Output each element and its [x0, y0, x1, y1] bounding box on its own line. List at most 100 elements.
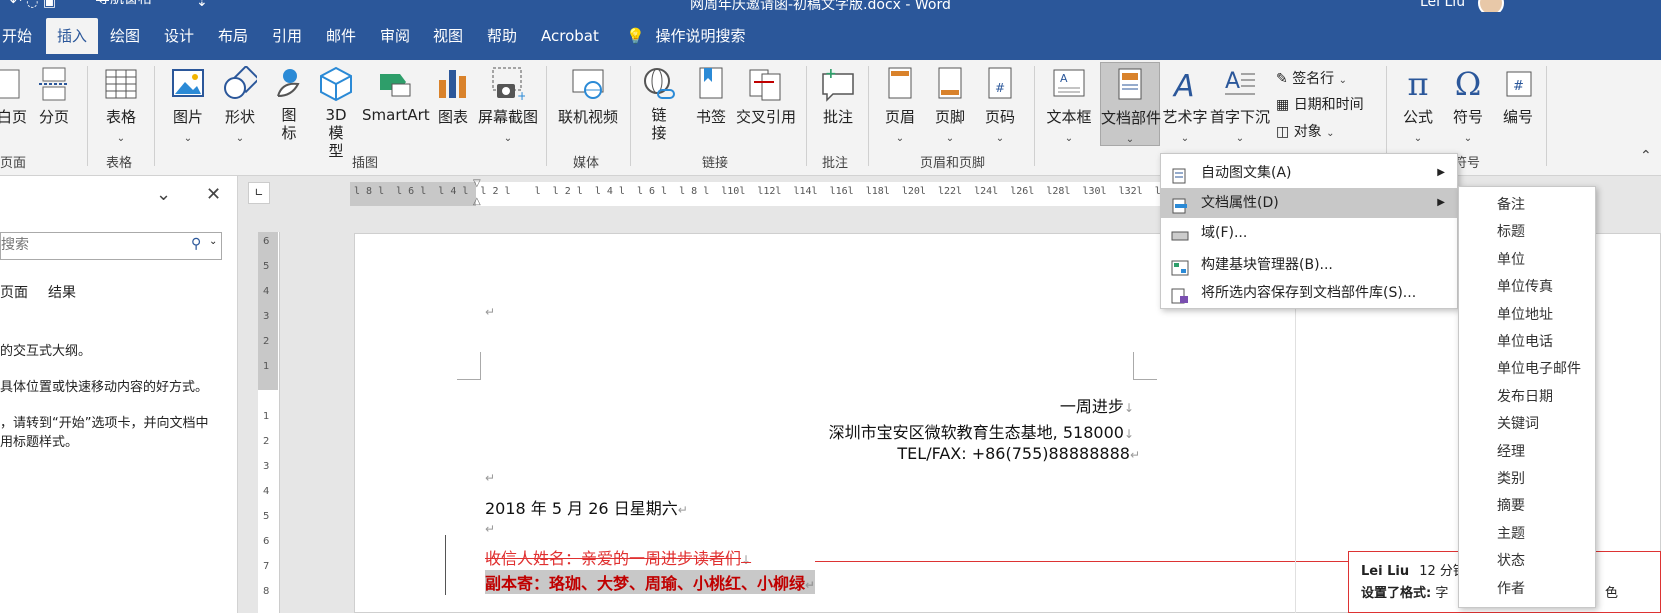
- header-button[interactable]: 页眉 ⌄: [880, 66, 920, 145]
- screenshot-button[interactable]: + 屏幕截图 ⌄: [478, 66, 538, 145]
- building-blocks-icon: [1171, 257, 1189, 276]
- shapes-button[interactable]: 形状 ⌄: [222, 64, 261, 145]
- tab-view[interactable]: 视图: [433, 18, 463, 54]
- tab-help[interactable]: 帮助: [487, 18, 517, 54]
- search-icon[interactable]: ⚲: [191, 236, 201, 252]
- wordart-icon: A: [1168, 66, 1202, 104]
- tab-insert[interactable]: 插入: [46, 18, 98, 54]
- company-tel[interactable]: TEL/FAX: +86(755)88888888↵: [897, 444, 1140, 463]
- drop-cap-button[interactable]: A 首字下沉 ⌄: [1210, 66, 1270, 145]
- object-icon: ◫: [1276, 124, 1290, 140]
- company-address[interactable]: 深圳市宝安区微软教育生态基地, 518000↓: [829, 419, 1134, 443]
- avatar[interactable]: [1478, 0, 1504, 12]
- submenu-item[interactable]: 发布日期: [1459, 383, 1595, 411]
- indent-marker[interactable]: △: [473, 196, 481, 207]
- submenu-item[interactable]: 单位电话: [1459, 328, 1595, 356]
- svg-text:+: +: [517, 89, 525, 102]
- submenu-item[interactable]: 摘要: [1459, 492, 1595, 520]
- nav-tab-pages[interactable]: 页面: [0, 282, 28, 302]
- 3d-models-button[interactable]: 3D 模 型: [316, 66, 356, 160]
- numbering-icon: #: [1501, 66, 1535, 102]
- numbering-button[interactable]: # 编号: [1498, 66, 1538, 127]
- menu-item-document-property[interactable]: 文档属性(D) ▶: [1161, 188, 1457, 218]
- signature-line-button[interactable]: ✎ 签名行 ⌄: [1276, 68, 1347, 88]
- chevron-down-icon: ⌄: [1463, 133, 1473, 144]
- tab-selector[interactable]: ∟: [248, 182, 270, 204]
- close-icon[interactable]: ✕: [206, 184, 221, 205]
- submenu-item[interactable]: 单位电子邮件: [1459, 355, 1595, 383]
- symbol-button[interactable]: Ω 符号 ⌄: [1448, 66, 1488, 145]
- recipient-line[interactable]: 收信人姓名：亲爱的一周进步读者们↓: [485, 545, 751, 569]
- paragraph-mark: ↵: [485, 305, 496, 319]
- submenu-item[interactable]: 关键词: [1459, 410, 1595, 438]
- smartart-label: SmartArt: [362, 106, 430, 124]
- chevron-down-icon[interactable]: ⌄: [209, 236, 217, 247]
- user-name[interactable]: Lei Liu: [1420, 0, 1465, 10]
- pages-group-label: 页面: [0, 156, 27, 171]
- link-button[interactable]: 链 接: [642, 66, 676, 142]
- menu-item-field[interactable]: 域(F)...: [1161, 218, 1457, 248]
- collapse-ribbon-icon[interactable]: ⌃: [1640, 148, 1652, 164]
- tab-acrobat[interactable]: Acrobat: [541, 18, 599, 54]
- company-name[interactable]: 一周进步↓: [1060, 393, 1134, 417]
- menu-item-save-to-gallery[interactable]: 将所选内容保存到文档部件库(S)...: [1161, 278, 1457, 308]
- submenu-item[interactable]: 作者: [1459, 575, 1595, 603]
- date-time-button[interactable]: ▦ 日期和时间: [1276, 94, 1364, 114]
- menu-item-building-blocks[interactable]: 构建基块管理器(B)...: [1161, 250, 1457, 280]
- submenu-item[interactable]: 经理: [1459, 438, 1595, 466]
- nav-search-input[interactable]: [1, 233, 171, 257]
- submenu-item[interactable]: 单位地址: [1459, 301, 1595, 329]
- pictures-button[interactable]: 图片 ⌄: [170, 66, 206, 145]
- tab-review[interactable]: 审阅: [380, 18, 410, 54]
- tab-draw[interactable]: 绘图: [110, 18, 140, 54]
- customize-qat-icon[interactable]: ⇣: [196, 0, 208, 10]
- menu-item-autotext[interactable]: 自动图文集(A) ▶: [1161, 158, 1457, 188]
- submenu-item[interactable]: 主题: [1459, 520, 1595, 548]
- table-button[interactable]: 表格 ⌄: [100, 66, 142, 145]
- document-property-icon: [1171, 195, 1189, 214]
- submenu-item[interactable]: 标题: [1459, 218, 1595, 246]
- indent-marker[interactable]: ▽: [473, 178, 481, 189]
- tab-references[interactable]: 引用: [272, 18, 302, 54]
- ruler-tick-label: 8: [263, 586, 270, 597]
- submenu-item[interactable]: 状态: [1459, 547, 1595, 575]
- wordart-button[interactable]: A 艺术字 ⌄: [1162, 66, 1208, 145]
- comment-text: 设置了格式: 字: [1361, 586, 1449, 601]
- letter-date[interactable]: 2018 年 5 月 26 日星期六↵: [485, 495, 688, 519]
- page-break-button[interactable]: 分页: [36, 66, 72, 127]
- vertical-ruler[interactable]: 6 5 4 3 2 1 1 2 3 4 5 6 7 8: [258, 232, 280, 613]
- tab-design[interactable]: 设计: [164, 18, 194, 54]
- textbox-button[interactable]: A 文本框 ⌄: [1046, 66, 1092, 145]
- header-footer-group-label: 页眉和页脚: [920, 156, 986, 171]
- smartart-button[interactable]: SmartArt: [362, 66, 430, 124]
- new-comment-button[interactable]: + 批注: [818, 66, 858, 127]
- bookmark-button[interactable]: 书签: [694, 66, 728, 127]
- tab-home[interactable]: 开始: [2, 18, 32, 54]
- submenu-item[interactable]: 类别: [1459, 465, 1595, 493]
- object-button[interactable]: ◫ 对象 ⌄: [1276, 121, 1335, 141]
- equation-button[interactable]: π 公式 ⌄: [1398, 66, 1438, 145]
- icons-label: 图 标: [281, 106, 297, 142]
- submenu-item[interactable]: 备注: [1459, 191, 1595, 219]
- pane-options-icon[interactable]: ⌄: [156, 184, 171, 205]
- shapes-icon: [223, 64, 261, 102]
- nav-search-box[interactable]: ⚲ ⌄: [0, 232, 222, 260]
- submenu-item[interactable]: 单位传真: [1459, 273, 1595, 301]
- tab-layout[interactable]: 布局: [218, 18, 248, 54]
- quick-access-icons[interactable]: ↶ ◌ ▣: [10, 0, 56, 10]
- online-video-button[interactable]: 联机视频: [556, 66, 620, 127]
- quick-parts-button[interactable]: 文档部件 ⌄: [1100, 62, 1161, 146]
- blank-page-button[interactable]: 白页: [0, 66, 30, 127]
- cross-reference-button[interactable]: 交叉引用: [736, 66, 796, 127]
- tell-me-search[interactable]: 💡 操作说明搜索: [626, 18, 745, 54]
- footer-button[interactable]: 页脚 ⌄: [930, 66, 970, 145]
- tab-mailings[interactable]: 邮件: [326, 18, 356, 54]
- submenu-item[interactable]: 单位: [1459, 246, 1595, 274]
- page-number-button[interactable]: # 页码 ⌄: [980, 66, 1020, 145]
- signature-icon: ✎: [1276, 71, 1288, 87]
- icons-button[interactable]: 图 标: [272, 66, 306, 142]
- nav-tab-results[interactable]: 结果: [48, 282, 76, 302]
- cc-line[interactable]: 副本寄：珞珈、大梦、周瑜、小桃红、小柳绿↵: [485, 570, 816, 594]
- chart-button[interactable]: 图表: [436, 66, 470, 127]
- cross-reference-icon: [748, 66, 782, 102]
